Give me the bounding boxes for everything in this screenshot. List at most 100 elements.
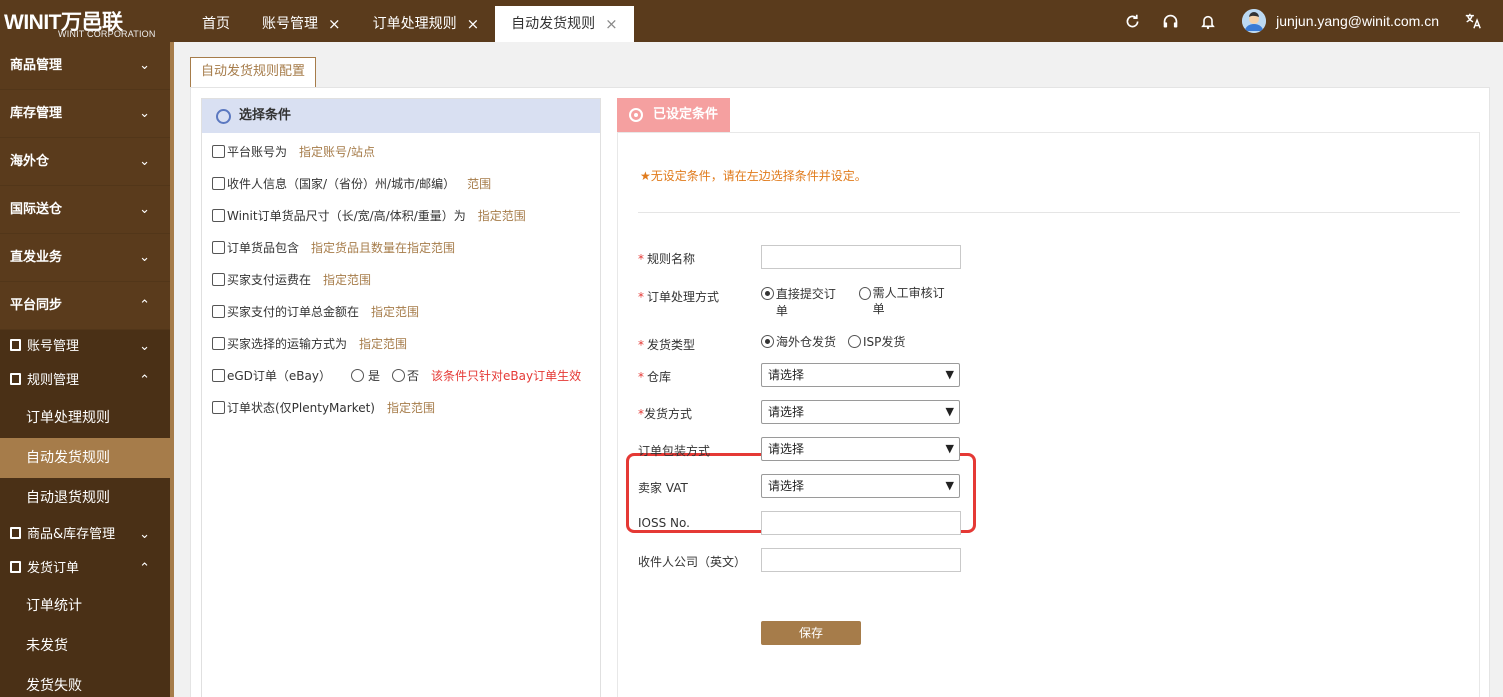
bell-icon[interactable]	[1198, 11, 1218, 31]
avatar[interactable]	[1242, 9, 1267, 33]
condition-row: 收件人信息（国家/（省份）州/城市/邮编） 范围	[202, 167, 600, 199]
clipboard-icon	[10, 561, 21, 573]
receiver-company-label: 收件人公司（英文）	[638, 555, 747, 569]
sidebar: 商品管理 ⌄ 库存管理 ⌄ 海外仓 ⌄ 国际送仓 ⌄ 直发业务 ⌄ 平台同步 ⌃ 账号管理 ⌄…	[0, 42, 172, 697]
radio-label: 需人工审核订单	[872, 286, 945, 316]
radio-button[interactable]	[858, 287, 871, 300]
condition-checkbox[interactable]	[212, 400, 225, 414]
sidebar-item-label: 商品&库存管理	[27, 527, 116, 542]
required-mark: *	[638, 370, 644, 384]
required-mark: *	[638, 252, 644, 266]
condition-link[interactable]: 范围	[467, 175, 491, 192]
winit-logo: WINIT万邑联 WINIT CORPORATION	[4, 6, 164, 39]
tab-account-management[interactable]: 账号管理 ×	[246, 6, 357, 42]
process-mode-radio-group: 直接提交订单 需人工审核订单	[761, 285, 961, 319]
sidebar-subitem-rule-management[interactable]: 规则管理 ⌃	[0, 364, 172, 398]
sidebar-item-order-statistics[interactable]: 订单统计	[0, 586, 172, 626]
sidebar-item-auto-return-rules[interactable]: 自动退货规则	[0, 478, 172, 518]
condition-link[interactable]: 指定范围	[359, 335, 407, 352]
translate-icon[interactable]	[1463, 11, 1483, 31]
condition-link[interactable]: 指定范围	[371, 303, 419, 320]
content-card: 选择条件 平台账号为 指定账号/站点 收件人信息（国家/（省份）州/城市/邮编）…	[190, 87, 1490, 697]
sidebar-item-international-delivery[interactable]: 国际送仓 ⌄	[0, 186, 172, 234]
condition-checkbox[interactable]	[212, 176, 225, 190]
close-icon[interactable]: ×	[467, 7, 480, 41]
panel-body: ★无设定条件，请在左边选择条件并设定。 * 规则名称 * 订单处理方式 直接提交订单…	[617, 132, 1480, 697]
ioss-input[interactable]	[761, 511, 961, 535]
tab-home[interactable]: 首页	[186, 6, 246, 42]
packaging-select[interactable]: 请选择 ▼	[761, 437, 960, 461]
main-area: 自动发货规则配置 选择条件 平台账号为 指定账号/站点 收件人信息（国家/（省份…	[174, 42, 1503, 697]
condition-label: eGD订单（eBay）	[227, 368, 331, 383]
ship-type-overseas[interactable]: 海外仓发货	[761, 333, 836, 350]
close-icon[interactable]: ×	[328, 7, 341, 41]
condition-link[interactable]: 指定账号/站点	[299, 143, 375, 160]
receiver-company-input[interactable]	[761, 548, 961, 572]
save-button[interactable]: 保存	[761, 621, 861, 645]
radio-button[interactable]	[848, 335, 862, 348]
circle-icon	[216, 108, 231, 124]
sidebar-item-unshipped[interactable]: 未发货	[0, 626, 172, 666]
ship-type-radio-group: 海外仓发货 ISP发货	[761, 333, 917, 350]
tab-auto-shipping-rules[interactable]: 自动发货规则 ×	[495, 6, 634, 42]
sidebar-subitem-product-inventory[interactable]: 商品&库存管理 ⌄	[0, 518, 172, 552]
condition-link[interactable]: 指定货品且数量在指定范围	[311, 239, 455, 256]
required-mark: *	[638, 290, 644, 304]
select-value: 请选择	[768, 405, 805, 419]
condition-checkbox[interactable]	[212, 336, 225, 350]
refresh-icon[interactable]	[1122, 11, 1142, 31]
chevron-down-icon: ⌄	[139, 250, 150, 265]
condition-checkbox[interactable]	[212, 368, 225, 382]
tab-order-processing-rules[interactable]: 订单处理规则 ×	[357, 6, 496, 42]
condition-link[interactable]: 指定范围	[478, 207, 526, 224]
sidebar-item-product-management[interactable]: 商品管理 ⌄	[0, 42, 172, 90]
sidebar-item-platform-sync[interactable]: 平台同步 ⌃	[0, 282, 172, 330]
no-condition-notice: ★无设定条件，请在左边选择条件并设定。	[640, 169, 867, 183]
condition-link[interactable]: 指定范围	[323, 271, 371, 288]
condition-checkbox[interactable]	[212, 272, 225, 286]
ship-type-isp[interactable]: ISP发货	[848, 333, 905, 350]
chevron-up-icon: ⌃	[139, 373, 150, 388]
chevron-down-icon: ▼	[945, 368, 954, 381]
close-icon[interactable]: ×	[605, 7, 618, 41]
radio-button[interactable]	[761, 335, 774, 348]
egd-no-radio[interactable]	[392, 368, 406, 382]
seller-vat-select[interactable]: 请选择 ▼	[761, 474, 960, 498]
egd-note: 该条件只针对eBay订单生效	[431, 368, 582, 383]
condition-checkbox[interactable]	[212, 304, 225, 318]
condition-checkbox[interactable]	[212, 144, 225, 158]
radio-label: 直接提交订单	[775, 287, 836, 318]
rule-name-input[interactable]	[761, 245, 961, 269]
condition-label: 买家支付的订单总金额在	[227, 304, 360, 319]
sidebar-item-inventory-management[interactable]: 库存管理 ⌄	[0, 90, 172, 138]
target-icon	[629, 108, 643, 122]
process-mode-direct[interactable]: 直接提交订单	[761, 285, 847, 319]
headset-icon[interactable]	[1160, 11, 1180, 31]
select-value: 请选择	[768, 479, 805, 493]
sidebar-item-direct-shipping[interactable]: 直发业务 ⌄	[0, 234, 172, 282]
sidebar-item-shipping-failed[interactable]: 发货失败	[0, 666, 172, 697]
condition-checkbox[interactable]	[212, 208, 225, 222]
sidebar-item-label: 直发业务	[10, 250, 63, 265]
tab-auto-shipping-rule-config[interactable]: 自动发货规则配置	[190, 57, 317, 87]
sidebar-item-overseas-warehouse[interactable]: 海外仓 ⌄	[0, 138, 172, 186]
sidebar-item-order-processing-rules[interactable]: 订单处理规则	[0, 398, 172, 438]
condition-link[interactable]: 指定范围	[387, 399, 435, 416]
condition-row-egd: eGD订单（eBay） 是 否 该条件只针对eBay订单生效	[202, 359, 600, 391]
warehouse-select[interactable]: 请选择 ▼	[761, 363, 960, 387]
chevron-down-icon: ⌄	[139, 154, 150, 169]
sidebar-item-label: 商品管理	[10, 58, 63, 73]
chevron-down-icon: ⌄	[139, 58, 150, 73]
ship-method-select[interactable]: 请选择 ▼	[761, 400, 960, 424]
sidebar-subitem-shipping-orders[interactable]: 发货订单 ⌃	[0, 552, 172, 586]
process-mode-manual[interactable]: 需人工审核订单	[858, 285, 949, 317]
panel-header: 选择条件	[202, 99, 600, 133]
process-mode-label: * 订单处理方式	[638, 288, 719, 305]
sidebar-item-auto-shipping-rules[interactable]: 自动发货规则	[0, 438, 172, 478]
select-value: 请选择	[768, 442, 805, 456]
radio-button[interactable]	[761, 287, 774, 300]
user-email[interactable]: junjun.yang@winit.com.cn	[1276, 13, 1439, 29]
sidebar-subitem-account-management[interactable]: 账号管理 ⌄	[0, 330, 172, 364]
condition-checkbox[interactable]	[212, 240, 225, 254]
egd-yes-radio[interactable]	[351, 368, 364, 382]
